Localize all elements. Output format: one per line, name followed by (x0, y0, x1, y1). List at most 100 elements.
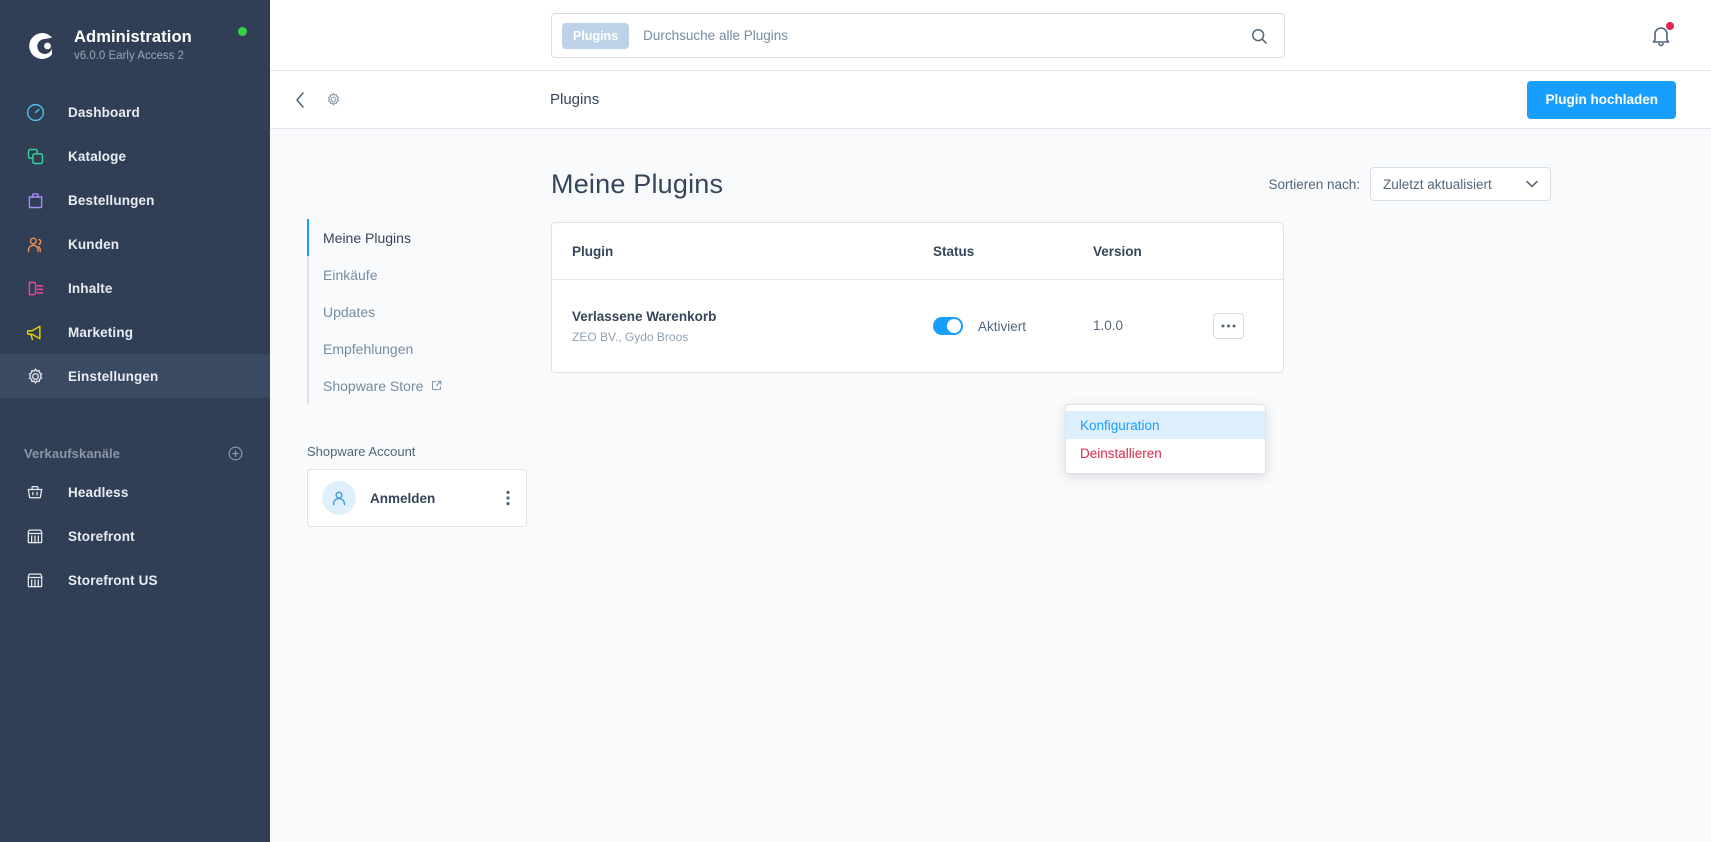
brand-version: v6.0.0 Early Access 2 (74, 50, 184, 62)
shopware-account-section: Shopware Account Anmelden (307, 444, 527, 527)
plugin-cell: Verlassene Warenkorb ZEO BV., Gydo Broos (552, 308, 933, 345)
plugins-table: Plugin Status Version Verlassene Warenko… (551, 222, 1284, 373)
side-nav-label: Updates (323, 303, 376, 320)
chevron-down-icon (1526, 175, 1538, 193)
page-header: Meine Plugins Sortieren nach: Zuletzt ak… (551, 167, 1551, 201)
sidebar-item-label: Dashboard (68, 104, 140, 120)
megaphone-icon (22, 319, 48, 345)
basket-icon (22, 479, 48, 505)
row-context-menu-button[interactable] (1213, 313, 1244, 339)
plugin-author: ZEO BV., Gydo Broos (572, 329, 689, 344)
store-icon (22, 523, 48, 549)
sales-channels-header: Verkaufskanäle (0, 436, 270, 470)
smart-bar: Plugins Plugin hochladen (270, 71, 1711, 129)
external-link-icon (431, 380, 442, 391)
context-menu-item-deinstallieren[interactable]: Deinstallieren (1066, 439, 1265, 467)
top-bar: Plugins (270, 0, 1711, 71)
sidebar-item-label: Storefront (68, 528, 135, 544)
shopware-account-label: Shopware Account (307, 444, 416, 459)
shopware-logo-icon (22, 27, 60, 65)
sort-selected-value: Zuletzt aktualisiert (1383, 176, 1492, 192)
table-header-row: Plugin Status Version (552, 223, 1283, 280)
content-icon (22, 275, 48, 301)
plugin-status-label: Aktiviert (978, 318, 1027, 334)
users-icon (22, 231, 48, 257)
plugin-active-toggle[interactable] (933, 317, 963, 335)
sidebar-item-label: Einstellungen (68, 368, 159, 384)
side-nav-label: Empfehlungen (323, 340, 414, 357)
sidebar-item-storefront[interactable]: Storefront (0, 514, 270, 558)
store-icon (22, 567, 48, 593)
side-nav-item-shopware-store[interactable]: Shopware Store (309, 367, 537, 404)
shopware-account-name: Anmelden (370, 490, 436, 506)
sidebar-item-bestellungen[interactable]: Bestellungen (0, 178, 270, 222)
sidebar-item-label: Headless (68, 484, 129, 500)
bag-icon (22, 187, 48, 213)
side-nav-item-empfehlungen[interactable]: Empfehlungen (309, 330, 537, 367)
ellipsis-icon (1221, 324, 1236, 328)
search-scope-badge[interactable]: Plugins (562, 22, 630, 49)
sort-select[interactable]: Zuletzt aktualisiert (1370, 167, 1551, 201)
side-nav-label: Einkäufe (323, 266, 378, 283)
sidebar-item-headless[interactable]: Headless (0, 470, 270, 514)
search-icon[interactable] (1246, 23, 1272, 49)
notifications-button[interactable] (1649, 22, 1675, 50)
table-row: Verlassene Warenkorb ZEO BV., Gydo Broos… (552, 280, 1283, 372)
gear-icon (22, 363, 48, 389)
status-dot (238, 27, 247, 36)
chevron-left-icon[interactable] (289, 86, 312, 114)
sidebar-item-label: Marketing (68, 324, 134, 340)
sort-label: Sortieren nach: (1268, 176, 1360, 192)
actions-cell (1213, 313, 1283, 339)
sidebar-item-marketing[interactable]: Marketing (0, 310, 270, 354)
sidebar-item-storefront-us[interactable]: Storefront US (0, 558, 270, 602)
plus-circle-icon[interactable] (227, 445, 244, 462)
brand-header: Administration v6.0.0 Early Access 2 (0, 0, 270, 74)
column-header-status: Status (933, 243, 975, 259)
search-box[interactable]: Plugins (551, 13, 1285, 58)
sort-control: Sortieren nach: Zuletzt aktualisiert (1268, 167, 1551, 201)
copy-icon (22, 143, 48, 169)
sidebar: Administration v6.0.0 Early Access 2 Das… (0, 0, 270, 842)
side-nav-label: Shopware Store (323, 377, 424, 394)
sidebar-item-einstellungen[interactable]: Einstellungen (0, 354, 270, 398)
side-nav-item-einkaeufe[interactable]: Einkäufe (309, 256, 537, 293)
plugin-name: Verlassene Warenkorb (572, 308, 717, 324)
sidebar-item-label: Kataloge (68, 148, 127, 164)
side-nav-item-updates[interactable]: Updates (309, 293, 537, 330)
brand-title: Administration (74, 28, 192, 46)
page-title-smartbar: Plugins (550, 91, 600, 108)
sidebar-item-inhalte[interactable]: Inhalte (0, 266, 270, 310)
shopware-account-box[interactable]: Anmelden (307, 469, 527, 527)
gear-icon[interactable] (320, 86, 347, 113)
column-header-plugin: Plugin (572, 243, 614, 259)
main-area: Plugins Durchsuche alle Plugins Plugins … (270, 0, 1711, 842)
side-nav-item-meine-plugins[interactable]: Meine Plugins (307, 219, 537, 256)
context-menu: Konfiguration Deinstallieren (1065, 404, 1266, 474)
status-cell: Aktiviert (933, 317, 1093, 335)
sidebar-divider (0, 398, 270, 424)
global-search: Plugins (551, 13, 1285, 58)
kebab-menu-icon[interactable] (502, 486, 514, 510)
app-root: Administration v6.0.0 Early Access 2 Das… (0, 0, 1711, 842)
sidebar-item-kataloge[interactable]: Kataloge (0, 134, 270, 178)
version-cell: 1.0.0 (1093, 317, 1213, 335)
page-title: Meine Plugins (551, 168, 724, 199)
sidebar-item-label: Inhalte (68, 280, 113, 296)
sidebar-item-label: Storefront US (68, 572, 158, 588)
plugin-side-nav: Meine Plugins Einkäufe Updates Empfehlun… (307, 219, 537, 404)
search-input[interactable] (643, 28, 1246, 43)
sidebar-item-dashboard[interactable]: Dashboard (0, 90, 270, 134)
sidebar-item-label: Kunden (68, 236, 120, 252)
sidebar-nav: Dashboard Kataloge Bestellungen Kunden I… (0, 90, 270, 602)
content-area: Meine Plugins Einkäufe Updates Empfehlun… (270, 129, 1711, 842)
upload-plugin-button[interactable]: Plugin hochladen (1527, 80, 1676, 119)
context-menu-item-konfiguration[interactable]: Konfiguration (1066, 411, 1265, 439)
sidebar-item-kunden[interactable]: Kunden (0, 222, 270, 266)
user-icon (322, 481, 356, 515)
column-header-version: Version (1093, 243, 1142, 259)
sales-channels-title: Verkaufskanäle (24, 445, 121, 461)
side-nav-label: Meine Plugins (323, 229, 411, 246)
plugin-version: 1.0.0 (1093, 318, 1124, 333)
notification-unread-dot (1666, 22, 1674, 30)
